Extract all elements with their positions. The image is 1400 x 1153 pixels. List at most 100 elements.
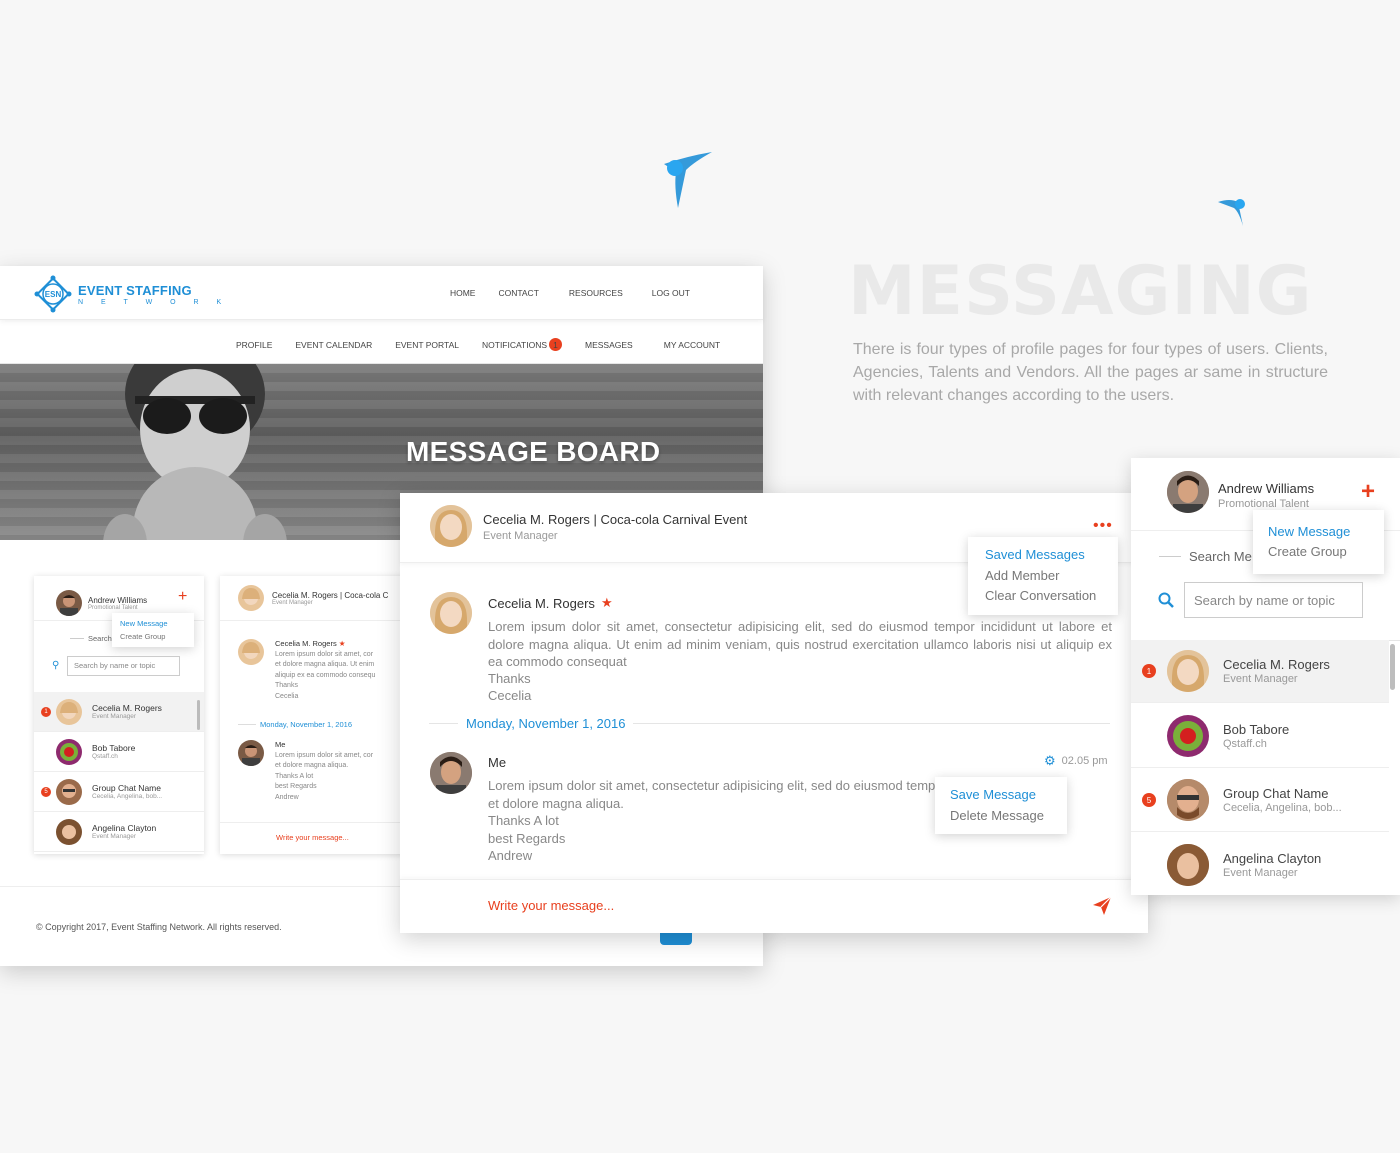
- contact-sub: Event Manager: [1223, 866, 1298, 879]
- msg2-line3: best Regards: [488, 831, 566, 846]
- star-icon: ★: [600, 595, 613, 610]
- msg1-line3: Cecelia: [488, 688, 532, 703]
- mini-add-icon[interactable]: +: [178, 588, 187, 606]
- contact-name: Angelina Clayton: [1223, 850, 1322, 866]
- mini-new-message[interactable]: New Message: [120, 617, 186, 630]
- headline-title: MESSAGING: [848, 252, 1313, 331]
- brand-subtitle: N E T W O R K: [78, 298, 230, 306]
- msg1-line2: Thanks: [488, 671, 531, 686]
- contacts-scrollbar[interactable]: [1390, 644, 1395, 690]
- mini-create-group[interactable]: Create Group: [120, 630, 186, 643]
- contact-name: Cecelia M. Rogers: [1223, 657, 1330, 672]
- contact-name: Bob Tabore: [1223, 722, 1290, 737]
- menu-delete-message[interactable]: Delete Message: [950, 806, 1052, 827]
- mini-user-name: Andrew Williams: [88, 595, 148, 605]
- chat-contact-avatar: [430, 505, 472, 547]
- menu-save-message[interactable]: Save Message: [950, 785, 1052, 806]
- svg-text:ESN: ESN: [45, 290, 62, 299]
- mini-contact-avatar: [56, 698, 82, 725]
- mini-msg-author: Cecelia M. Rogers ★: [275, 639, 346, 648]
- user-avatar: [1167, 471, 1209, 513]
- mini-contact-item[interactable]: 1 Cecelia M. Rogers Event Manager: [34, 692, 204, 732]
- send-icon[interactable]: [1092, 896, 1112, 921]
- unread-badge: 1: [1142, 664, 1156, 678]
- chat-options-menu: Saved Messages Add Member Clear Conversa…: [968, 537, 1118, 615]
- mini-user-role: Promotional Talent: [88, 604, 138, 611]
- subnav-profile[interactable]: PROFILE: [236, 340, 272, 350]
- menu-new-message[interactable]: New Message: [1268, 522, 1369, 542]
- mini-search-input[interactable]: Search by name or topic: [67, 656, 180, 676]
- nav-home[interactable]: HOME: [450, 288, 476, 298]
- user-role: Promotional Talent: [1218, 498, 1309, 510]
- subnav-event-calendar[interactable]: EVENT CALENDAR: [295, 340, 372, 350]
- menu-clear-conversation[interactable]: Clear Conversation: [985, 586, 1101, 607]
- mini-contact-avatar: [56, 778, 82, 805]
- mini-contact-avatar: [56, 738, 82, 765]
- menu-create-group[interactable]: Create Group: [1268, 542, 1369, 562]
- mini-contact-avatar: [56, 818, 82, 845]
- mini-msg-avatar: [238, 639, 264, 665]
- menu-saved-messages[interactable]: Saved Messages: [985, 545, 1101, 566]
- msg2-body2: et dolore magna aliqua.: [488, 796, 624, 811]
- msg1-author: Cecelia M. Rogers: [488, 595, 595, 611]
- chat-panel: Cecelia M. Rogers | Coca-cola Carnival E…: [400, 493, 1148, 933]
- nav-logout[interactable]: LOG OUT: [652, 288, 690, 298]
- contacts-panel: Andrew Williams Promotional Talent + Sea…: [1131, 458, 1400, 895]
- hero-title: MESSAGE BOARD: [406, 436, 661, 467]
- chat-header-role: Event Manager: [483, 530, 558, 542]
- contact-avatar: [1167, 715, 1209, 757]
- gear-icon[interactable]: ⚙: [1044, 753, 1056, 769]
- mini-me-avatar: [238, 740, 264, 766]
- subnav-my-account[interactable]: MY ACCOUNT: [664, 340, 721, 350]
- contact-sub: Cecelia, Angelina, bob...: [1223, 802, 1342, 814]
- mini-date-divider: Monday, November 1, 2016: [260, 720, 352, 729]
- user-avatar: [56, 590, 82, 616]
- brand-logo[interactable]: ESN EVENT STAFFING N E T W O R K: [34, 275, 229, 313]
- nav-contact[interactable]: CONTACT: [498, 288, 538, 298]
- new-menu: New Message Create Group: [1253, 510, 1384, 574]
- mini-contact-item[interactable]: Angelina Clayton Event Manager: [34, 812, 204, 852]
- brand-name: EVENT STAFFING: [78, 282, 192, 298]
- contact-item[interactable]: 5 Group Chat Name Cecelia, Angelina, bob.…: [1131, 769, 1389, 832]
- search-input[interactable]: Search by name or topic: [1184, 582, 1363, 618]
- contact-avatar: [1167, 843, 1209, 886]
- mini-new-menu: New Message Create Group: [112, 613, 194, 647]
- mini-composer[interactable]: Write your message...: [220, 822, 420, 854]
- nav-resources[interactable]: RESOURCES: [569, 288, 623, 298]
- add-icon[interactable]: +: [1361, 478, 1375, 506]
- subnav-event-portal[interactable]: EVENT PORTAL: [395, 340, 459, 350]
- search-icon: [1158, 592, 1174, 613]
- sub-navigation: PROFILE EVENT CALENDAR EVENT PORTAL NOTI…: [0, 320, 763, 364]
- user-name: Andrew Williams: [1218, 481, 1315, 496]
- menu-add-member[interactable]: Add Member: [985, 566, 1101, 587]
- contact-name: Group Chat Name: [1223, 786, 1329, 801]
- msg2-avatar: [430, 752, 472, 794]
- msg2-author: Me: [488, 755, 507, 770]
- message-actions-menu: Save Message Delete Message: [935, 777, 1067, 834]
- composer-input[interactable]: Write your message...: [488, 898, 614, 913]
- contact-item[interactable]: Angelina Clayton Event Manager: [1131, 833, 1389, 896]
- notifications-badge: 1: [549, 338, 563, 351]
- date-divider-label: Monday, November 1, 2016: [458, 716, 634, 731]
- msg2-line4: Andrew: [488, 848, 533, 863]
- star-icon: ★: [338, 639, 346, 648]
- subnav-messages[interactable]: MESSAGES: [585, 340, 633, 350]
- mini-contact-item[interactable]: Bob Tabore Qstaff.ch: [34, 732, 204, 772]
- search-label: Search Me: [1189, 549, 1252, 564]
- headline-description: There is four types of profile pages for…: [853, 341, 1328, 404]
- contact-item[interactable]: 1 Cecelia M. Rogers Event Manager: [1131, 640, 1389, 703]
- footer-copyright: © Copyright 2017, Event Staffing Network…: [36, 922, 282, 932]
- mini-chat-panel: Cecelia M. Rogers | Coca-cola C Event Ma…: [220, 576, 420, 854]
- message-composer: Write your message...: [400, 879, 1148, 933]
- msg2-line2: Thanks A lot: [488, 813, 559, 828]
- contact-sub: Qstaff.ch: [1223, 738, 1267, 750]
- contact-avatar: [1167, 779, 1209, 821]
- unread-badge: 5: [1142, 793, 1156, 807]
- mini-chat-avatar: [238, 585, 264, 611]
- mini-scrollbar[interactable]: [197, 700, 200, 730]
- more-options-icon[interactable]: •••: [1093, 517, 1113, 535]
- mini-contact-item[interactable]: 5 Group Chat Name Cecelia, Angelina, bob.…: [34, 772, 204, 812]
- mini-chat-title: Cecelia M. Rogers | Coca-cola C: [272, 590, 389, 600]
- subnav-notifications[interactable]: NOTIFICATIONS 1: [482, 338, 563, 351]
- contact-item[interactable]: Bob Tabore Qstaff.ch: [1131, 705, 1389, 768]
